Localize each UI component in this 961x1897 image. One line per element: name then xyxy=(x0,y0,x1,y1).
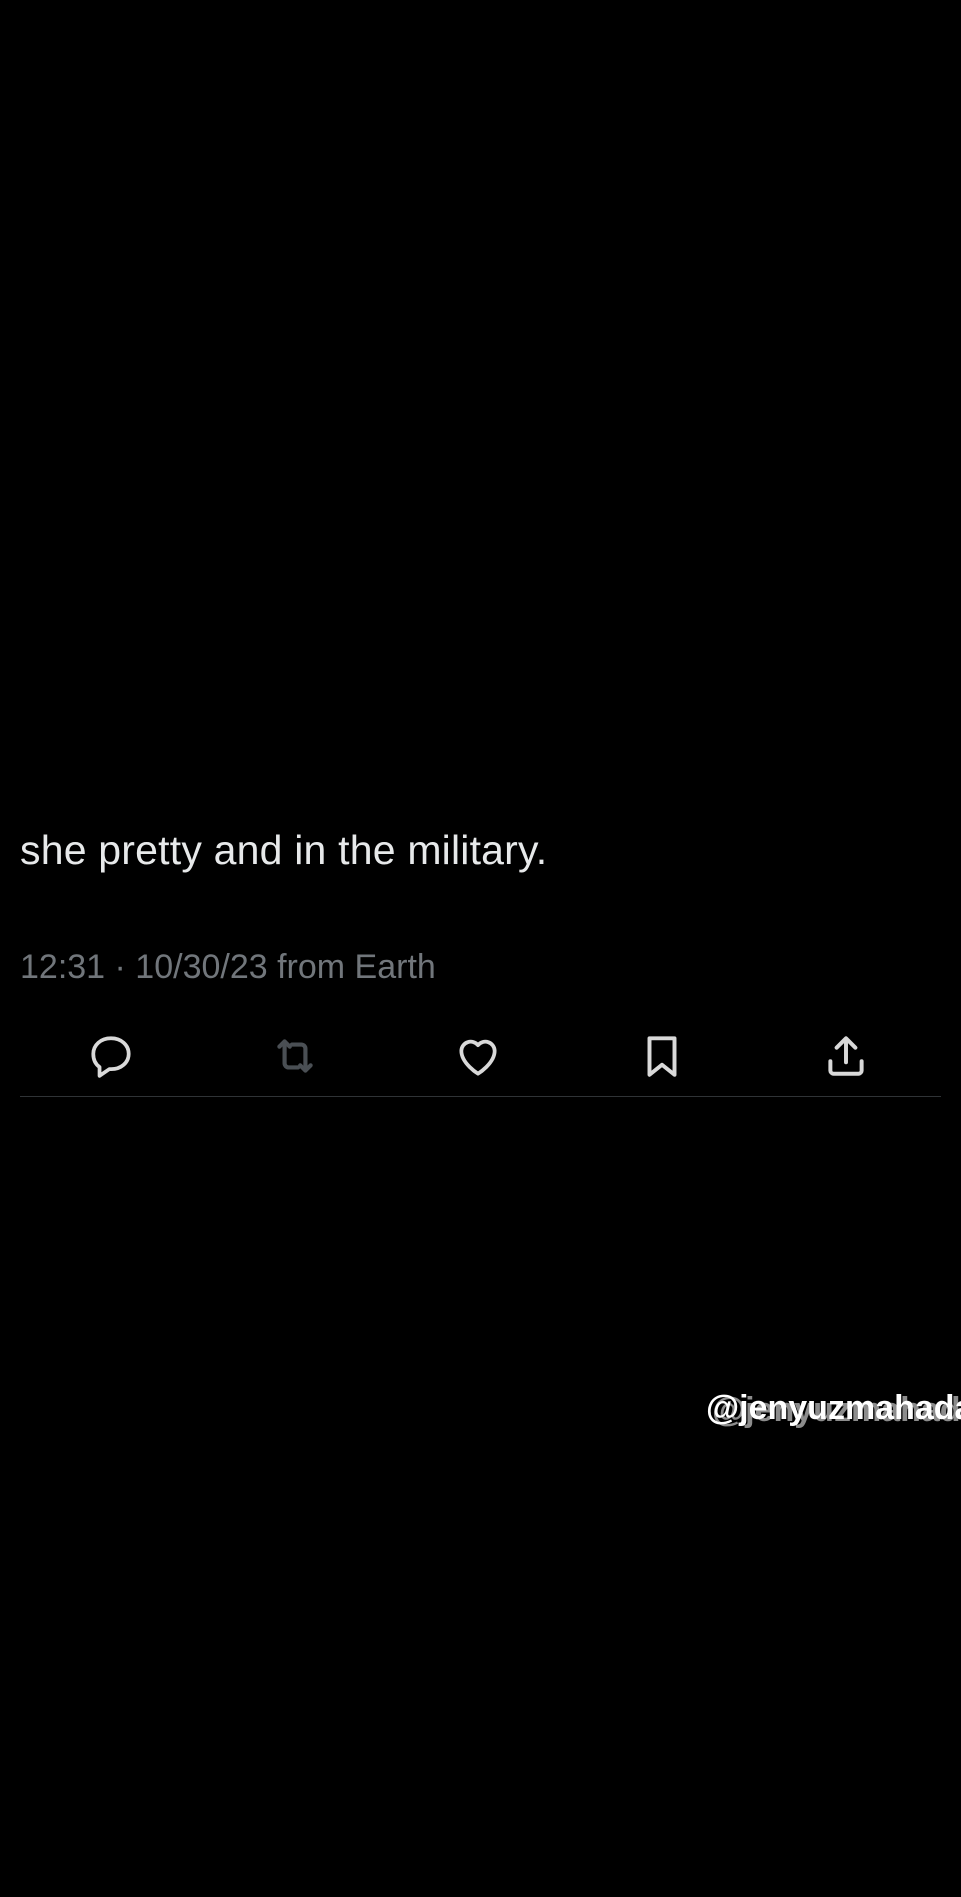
share-button[interactable] xyxy=(818,1028,874,1084)
tweet-timestamp[interactable]: 12:31 · 10/30/23 from Earth xyxy=(20,945,436,989)
retweet-button[interactable] xyxy=(267,1028,323,1084)
bookmark-icon xyxy=(647,1036,677,1077)
tweet-action-bar xyxy=(20,1020,941,1088)
share-icon xyxy=(828,1036,864,1076)
reply-button[interactable] xyxy=(83,1028,139,1084)
bookmark-button[interactable] xyxy=(634,1028,690,1084)
reply-icon xyxy=(91,1036,131,1078)
watermark: @jenyuzmahaday @jenyuzmahaday xyxy=(706,1388,961,1429)
tweet-text: she pretty and in the military. xyxy=(20,827,548,873)
heart-icon xyxy=(459,1039,497,1076)
tweet-divider xyxy=(20,1096,941,1097)
retweet-icon xyxy=(277,1039,313,1073)
watermark-ghost-text: @jenyuzmahaday xyxy=(712,1391,961,1429)
like-button[interactable] xyxy=(450,1028,506,1084)
